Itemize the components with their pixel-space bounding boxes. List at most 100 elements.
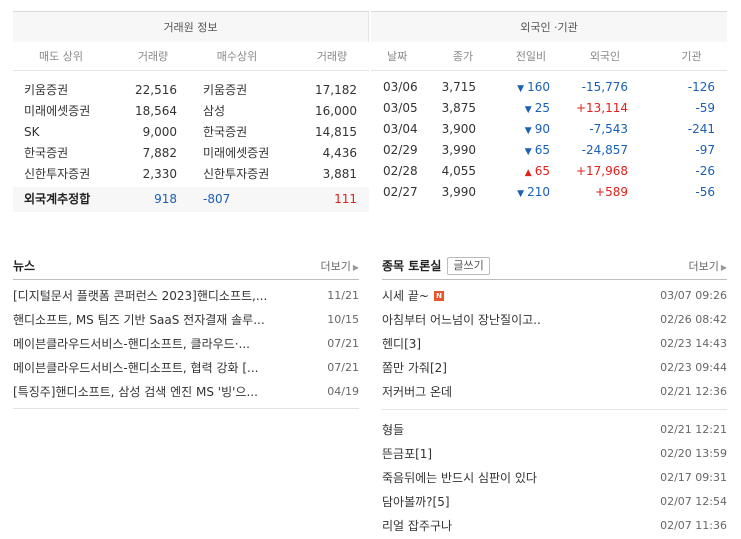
broker-info-title: 거래원 정보 [13,11,369,42]
discussion-item-title-wrap[interactable]: 쫌만 가줘[2] [382,356,447,380]
news-item[interactable]: 메이븐클라우드서비스-핸디소프트, 협력 강화 [... 07/21 [13,356,359,380]
foreign-row: 02/28 4,055 ▲ 65 +17,968 -26 [371,161,727,182]
sell-broker-name[interactable]: 신한투자증권 [13,164,109,185]
row-institution: -26 [695,164,715,178]
news-item-title[interactable]: 핸디소프트, MS 팀즈 기반 SaaS 전자결재 솔루... [13,308,313,332]
news-header: 뉴스 더보기 ▶ [13,252,359,280]
discussion-item-title-wrap[interactable]: 뜬금포[1] [382,442,432,466]
discussion-list: 시세 끝~ N 03/07 09:26 아침부터 어느넘이 장난질이고.. 02/26 … [382,280,727,538]
row-institution: -126 [687,80,715,94]
discussion-group-1: 시세 끝~ N 03/07 09:26 아침부터 어느넘이 장난질이고.. 02/26 … [382,284,727,410]
discussion-item-title[interactable]: 쫌만 가줘[2] [382,356,447,380]
row-change-value: 90 [534,122,550,136]
discussion-item[interactable]: 시세 끝~ N 03/07 09:26 [382,284,727,308]
write-post-button[interactable]: 글쓰기 [447,256,490,275]
discussion-item-title-wrap[interactable]: 헨디[3] [382,332,421,356]
buy-broker-name[interactable]: 신한투자증권 [177,164,287,185]
sell-broker-name[interactable]: SK [13,122,109,143]
discussion-item-date: 02/23 14:43 [660,337,727,350]
discussion-item-title[interactable]: 뜬금포[1] [382,442,432,466]
header-institution: 기관 [681,50,702,63]
discussion-item-date: 02/20 13:59 [660,447,727,460]
row-date: 03/06 [383,80,418,94]
broker-rows: 키움증권 22,516 키움증권 17,182 미래에셋증권 18,564 삼성 16,000… [13,71,369,185]
triangle-down-icon: ▼ [517,84,525,94]
buy-broker-name[interactable]: 미래에셋증권 [177,143,287,164]
news-item-date: 11/21 [327,289,359,302]
discussion-item[interactable]: 담아볼까?[5] 02/07 12:54 [382,490,727,514]
discussion-item-date: 02/07 12:54 [660,495,727,508]
discussion-item[interactable]: 죽음뒤에는 반드시 심판이 있다 02/17 09:31 [382,466,727,490]
row-date: 02/28 [383,164,418,178]
discussion-item-title[interactable]: 죽음뒤에는 반드시 심판이 있다 [382,466,537,490]
news-item-title[interactable]: 메이븐클라우드서비스-핸디소프트, 협력 강화 [... [13,356,313,380]
header-buy-top: 매수상위 [216,50,258,63]
news-item-date: 07/21 [327,337,359,350]
discussion-item-title[interactable]: 저커버그 온데 [382,380,452,404]
discussion-more-label: 더보기 [688,259,719,273]
discussion-item-title[interactable]: 아침부터 어느넘이 장난질이고.. [382,308,541,332]
discussion-item[interactable]: 뜬금포[1] 02/20 13:59 [382,442,727,466]
foreign-row: 03/06 3,715 ▼ 160 -15,776 -126 [371,77,727,98]
discussion-item-date: 02/26 08:42 [660,313,727,326]
discussion-item-title[interactable]: 헨디[3] [382,332,421,356]
row-close: 3,715 [441,80,476,94]
buy-broker-name[interactable]: 키움증권 [177,80,287,101]
buy-volume: 16,000 [315,104,357,118]
discussion-item[interactable]: 저커버그 온데 02/21 12:36 [382,380,727,404]
discussion-item-title[interactable]: 리얼 잡주구나 [382,514,452,538]
news-item[interactable]: [디지털문서 플랫폼 콘퍼런스 2023]핸디소프트,... 11/21 [13,284,359,308]
news-item[interactable]: 핸디소프트, MS 팀즈 기반 SaaS 전자결재 솔루... 10/15 [13,308,359,332]
news-item[interactable]: 메이븐클라우드서비스-핸디소프트, 클라우드·... 07/21 [13,332,359,356]
discussion-more-link[interactable]: 더보기 ▶ [688,258,727,274]
header-date: 날짜 [387,50,408,63]
sell-broker-name[interactable]: 키움증권 [13,80,109,101]
discussion-item-title-wrap[interactable]: 담아볼까?[5] [382,490,450,514]
news-more-link[interactable]: 더보기 ▶ [320,258,359,274]
chevron-right-icon: ▶ [720,262,727,272]
discussion-item-title-wrap[interactable]: 죽음뒤에는 반드시 심판이 있다 [382,466,537,490]
buy-broker-name[interactable]: 한국증권 [177,122,287,143]
discussion-item[interactable]: 리얼 잡주구나 02/07 11:36 [382,514,727,538]
foreign-estimate-sum-row: 외국계추정합 918 -807 111 [13,187,369,212]
row-close: 3,990 [441,143,476,157]
triangle-down-icon: ▼ [517,189,525,199]
sell-volume: 22,516 [135,83,177,97]
discussion-item-title-wrap[interactable]: 저커버그 온데 [382,380,452,404]
news-list: [디지털문서 플랫폼 콘퍼런스 2023]핸디소프트,... 11/21 핸디소프트… [13,280,359,409]
discussion-item-title[interactable]: 형들 [382,418,404,442]
sell-volume: 9,000 [142,125,177,139]
triangle-up-icon: ▲ [524,168,532,178]
discussion-item-title-wrap[interactable]: 리얼 잡주구나 [382,514,452,538]
discussion-header: 종목 토론실 글쓰기 더보기 ▶ [382,252,727,280]
sell-broker-name[interactable]: 한국증권 [13,143,109,164]
discussion-item[interactable]: 형들 02/21 12:21 [382,418,727,442]
header-sell-top: 매도 상위 [39,50,83,63]
news-item-title[interactable]: [디지털문서 플랫폼 콘퍼런스 2023]핸디소프트,... [13,284,313,308]
row-institution: -59 [695,101,715,115]
discussion-item-date: 02/21 12:21 [660,423,727,436]
discussion-item-title-wrap[interactable]: 아침부터 어느넘이 장난질이고.. [382,308,541,332]
news-item-title[interactable]: 메이븐클라우드서비스-핸디소프트, 클라우드·... [13,332,313,356]
row-foreigner: -24,857 [581,143,628,157]
discussion-item[interactable]: 아침부터 어느넘이 장난질이고.. 02/26 08:42 [382,308,727,332]
discussion-item-title[interactable]: 담아볼까?[5] [382,490,450,514]
new-badge-icon: N [434,291,444,301]
buy-broker-name[interactable]: 삼성 [177,101,287,122]
discussion-item[interactable]: 쫌만 가줘[2] 02/23 09:44 [382,356,727,380]
discussion-item-title-wrap[interactable]: 형들 [382,418,404,442]
news-item-date: 04/19 [327,385,359,398]
discussion-item-title-wrap[interactable]: 시세 끝~ N [382,284,444,308]
row-institution: -241 [687,122,715,136]
news-item-title[interactable]: [특징주]핸디소프트, 삼성 검색 엔진 MS '빙'으... [13,380,313,404]
row-change: ▼ 160 [476,77,550,98]
sell-broker-name[interactable]: 미래에셋증권 [13,101,109,122]
foreign-institution-panel: 외국인 ·기관 날짜 종가 전일비 외국인 기관 03/06 3,715 ▼ 160-… [371,11,727,203]
row-change: ▼ 65 [476,140,550,161]
row-change: ▲ 65 [476,161,550,182]
broker-table-header: 매도 상위 거래량 매수상위 거래량 [13,42,369,71]
discussion-item[interactable]: 헨디[3] 02/23 14:43 [382,332,727,356]
row-change: ▼ 210 [476,182,550,203]
discussion-item-title[interactable]: 시세 끝~ [382,284,429,308]
news-item[interactable]: [특징주]핸디소프트, 삼성 검색 엔진 MS '빙'으... 04/19 [13,380,359,404]
